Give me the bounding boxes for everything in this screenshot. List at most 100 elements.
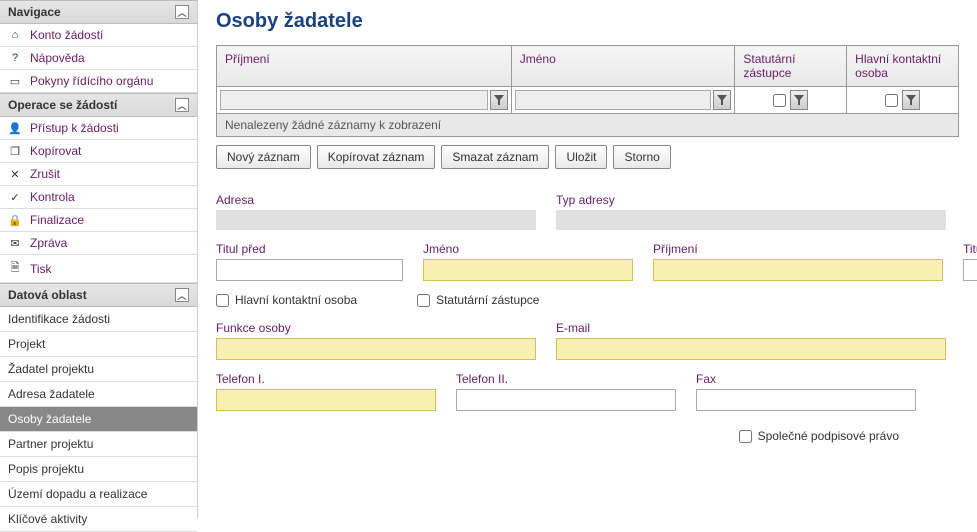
chevron-up-icon[interactable]: ︿ xyxy=(175,98,189,112)
ops-item-label: Kopírovat xyxy=(30,144,81,158)
nav-item[interactable]: ? Nápověda xyxy=(0,47,197,70)
spolecne-checkbox[interactable] xyxy=(739,430,752,443)
data-area-item[interactable]: Území dopadu a realizace xyxy=(0,482,197,507)
sidebar: Navigace ︿ ⌂Konto žádostí? Nápověda ▭ Pokyn… xyxy=(0,0,198,519)
filter-icon[interactable] xyxy=(490,90,508,110)
filter-icon[interactable] xyxy=(713,90,731,110)
col-prijmeni[interactable]: Příjmení xyxy=(217,46,512,87)
ops-icon: 👤 xyxy=(8,122,22,135)
prijmeni-field[interactable] xyxy=(653,259,943,281)
data-area-item[interactable]: Projekt xyxy=(0,332,197,357)
persons-grid: Příjmení Jméno Statutární zástupce Hlavn… xyxy=(216,45,959,114)
adresa-label: Adresa xyxy=(216,193,536,207)
grid-empty-message: Nenalezeny žádné záznamy k zobrazení xyxy=(216,114,959,137)
email-field[interactable] xyxy=(556,338,946,360)
data-area-item[interactable]: Adresa žadatele xyxy=(0,382,197,407)
nav-item-label: Nápověda xyxy=(30,51,85,65)
data-panel-header[interactable]: Datová oblast ︿ xyxy=(0,283,197,307)
data-area-item[interactable]: Osoby žadatele xyxy=(0,407,197,432)
titul-za-field[interactable] xyxy=(963,259,977,281)
spolecne-check[interactable]: Společné podpisové právo xyxy=(739,429,899,443)
ops-item[interactable]: 🔒 Finalizace xyxy=(0,209,197,232)
ops-header-label: Operace se žádostí xyxy=(8,98,117,112)
person-form: Adresa Typ adresy Titul před Jméno Příjm… xyxy=(216,193,959,443)
titul-pred-label: Titul před xyxy=(216,242,403,256)
nav-item[interactable]: ⌂Konto žádostí xyxy=(0,24,197,47)
statutarni-check[interactable]: Statutární zástupce xyxy=(417,293,539,307)
statutarni-label: Statutární zástupce xyxy=(436,293,539,307)
titul-za-label: Titul za xyxy=(963,242,977,256)
main-content: Osoby žadatele Příjmení Jméno Statutární… xyxy=(198,0,977,519)
ops-icon: 🔒 xyxy=(8,214,22,227)
col-hlavni-kontakt[interactable]: Hlavní kontaktní osoba xyxy=(847,46,959,87)
data-area-item[interactable]: Identifikace žádosti xyxy=(0,307,197,332)
ops-item[interactable]: ❐ Kopírovat xyxy=(0,140,197,163)
grid-button-row: Nový záznam Kopírovat záznam Smazat zázn… xyxy=(216,145,959,169)
ops-item-label: Přístup k žádosti xyxy=(30,121,119,135)
typ-adresy-label: Typ adresy xyxy=(556,193,946,207)
filter-prijmeni-input[interactable] xyxy=(220,90,488,110)
ops-panel-header[interactable]: Operace se žádostí ︿ xyxy=(0,93,197,117)
spolecne-label: Společné podpisové právo xyxy=(758,429,899,443)
chevron-up-icon[interactable]: ︿ xyxy=(175,5,189,19)
cancel-button[interactable]: Storno xyxy=(613,145,670,169)
data-area-item[interactable]: Partner projektu xyxy=(0,432,197,457)
nav-panel-header[interactable]: Navigace ︿ xyxy=(0,0,197,24)
new-record-button[interactable]: Nový záznam xyxy=(216,145,311,169)
filter-jmeno-input[interactable] xyxy=(515,90,712,110)
hlavni-kontakt-label: Hlavní kontaktní osoba xyxy=(235,293,357,307)
titul-pred-field[interactable] xyxy=(216,259,403,281)
hlavni-kontakt-checkbox[interactable] xyxy=(216,294,229,307)
email-label: E-mail xyxy=(556,321,946,335)
ops-item[interactable]: ✕ Zrušit xyxy=(0,163,197,186)
col-statutarni[interactable]: Statutární zástupce xyxy=(735,46,847,87)
ops-item[interactable]: 👤 Přístup k žádosti xyxy=(0,117,197,140)
ops-icon: ❐ xyxy=(8,145,22,158)
filter-icon[interactable] xyxy=(790,90,808,110)
nav-item[interactable]: ▭ Pokyny řídícího orgánu xyxy=(0,70,197,93)
data-area-item[interactable]: Klíčové aktivity xyxy=(0,507,197,532)
delete-record-button[interactable]: Smazat záznam xyxy=(441,145,549,169)
nav-icon: ? xyxy=(8,52,22,64)
statutarni-checkbox[interactable] xyxy=(417,294,430,307)
nav-item-label: Konto žádostí xyxy=(30,28,103,42)
ops-icon: 🗎 xyxy=(8,259,22,278)
funkce-field[interactable] xyxy=(216,338,536,360)
save-button[interactable]: Uložit xyxy=(555,145,607,169)
col-jmeno[interactable]: Jméno xyxy=(511,46,735,87)
copy-record-button[interactable]: Kopírovat záznam xyxy=(317,145,436,169)
nav-item-label: Pokyny řídícího orgánu xyxy=(30,74,153,88)
nav-icon: ▭ xyxy=(8,75,22,88)
ops-item-label: Tisk xyxy=(30,262,52,276)
tel1-field[interactable] xyxy=(216,389,436,411)
nav-header-label: Navigace xyxy=(8,5,61,19)
ops-icon: ✉ xyxy=(8,237,22,250)
page-title: Osoby žadatele xyxy=(216,10,959,33)
typ-adresy-field xyxy=(556,210,946,230)
filter-statutarni-checkbox[interactable] xyxy=(773,94,786,107)
chevron-up-icon[interactable]: ︿ xyxy=(175,288,189,302)
funkce-label: Funkce osoby xyxy=(216,321,536,335)
data-area-item[interactable]: Popis projektu xyxy=(0,457,197,482)
prijmeni-label: Příjmení xyxy=(653,242,943,256)
ops-item[interactable]: ✓ Kontrola xyxy=(0,186,197,209)
tel2-field[interactable] xyxy=(456,389,676,411)
ops-item-label: Finalizace xyxy=(30,213,84,227)
jmeno-field[interactable] xyxy=(423,259,633,281)
fax-label: Fax xyxy=(696,372,916,386)
ops-item[interactable]: 🗎 Tisk xyxy=(0,255,197,283)
ops-item-label: Zrušit xyxy=(30,167,60,181)
filter-hlavni-checkbox[interactable] xyxy=(885,94,898,107)
tel2-label: Telefon II. xyxy=(456,372,676,386)
jmeno-label: Jméno xyxy=(423,242,633,256)
adresa-field xyxy=(216,210,536,230)
ops-item[interactable]: ✉Zpráva xyxy=(0,232,197,255)
hlavni-kontakt-check[interactable]: Hlavní kontaktní osoba xyxy=(216,293,357,307)
ops-icon: ✓ xyxy=(8,191,22,204)
ops-icon: ✕ xyxy=(8,168,22,181)
data-area-item[interactable]: Žadatel projektu xyxy=(0,357,197,382)
ops-item-label: Kontrola xyxy=(30,190,75,204)
data-header-label: Datová oblast xyxy=(8,288,87,302)
fax-field[interactable] xyxy=(696,389,916,411)
filter-icon[interactable] xyxy=(902,90,920,110)
